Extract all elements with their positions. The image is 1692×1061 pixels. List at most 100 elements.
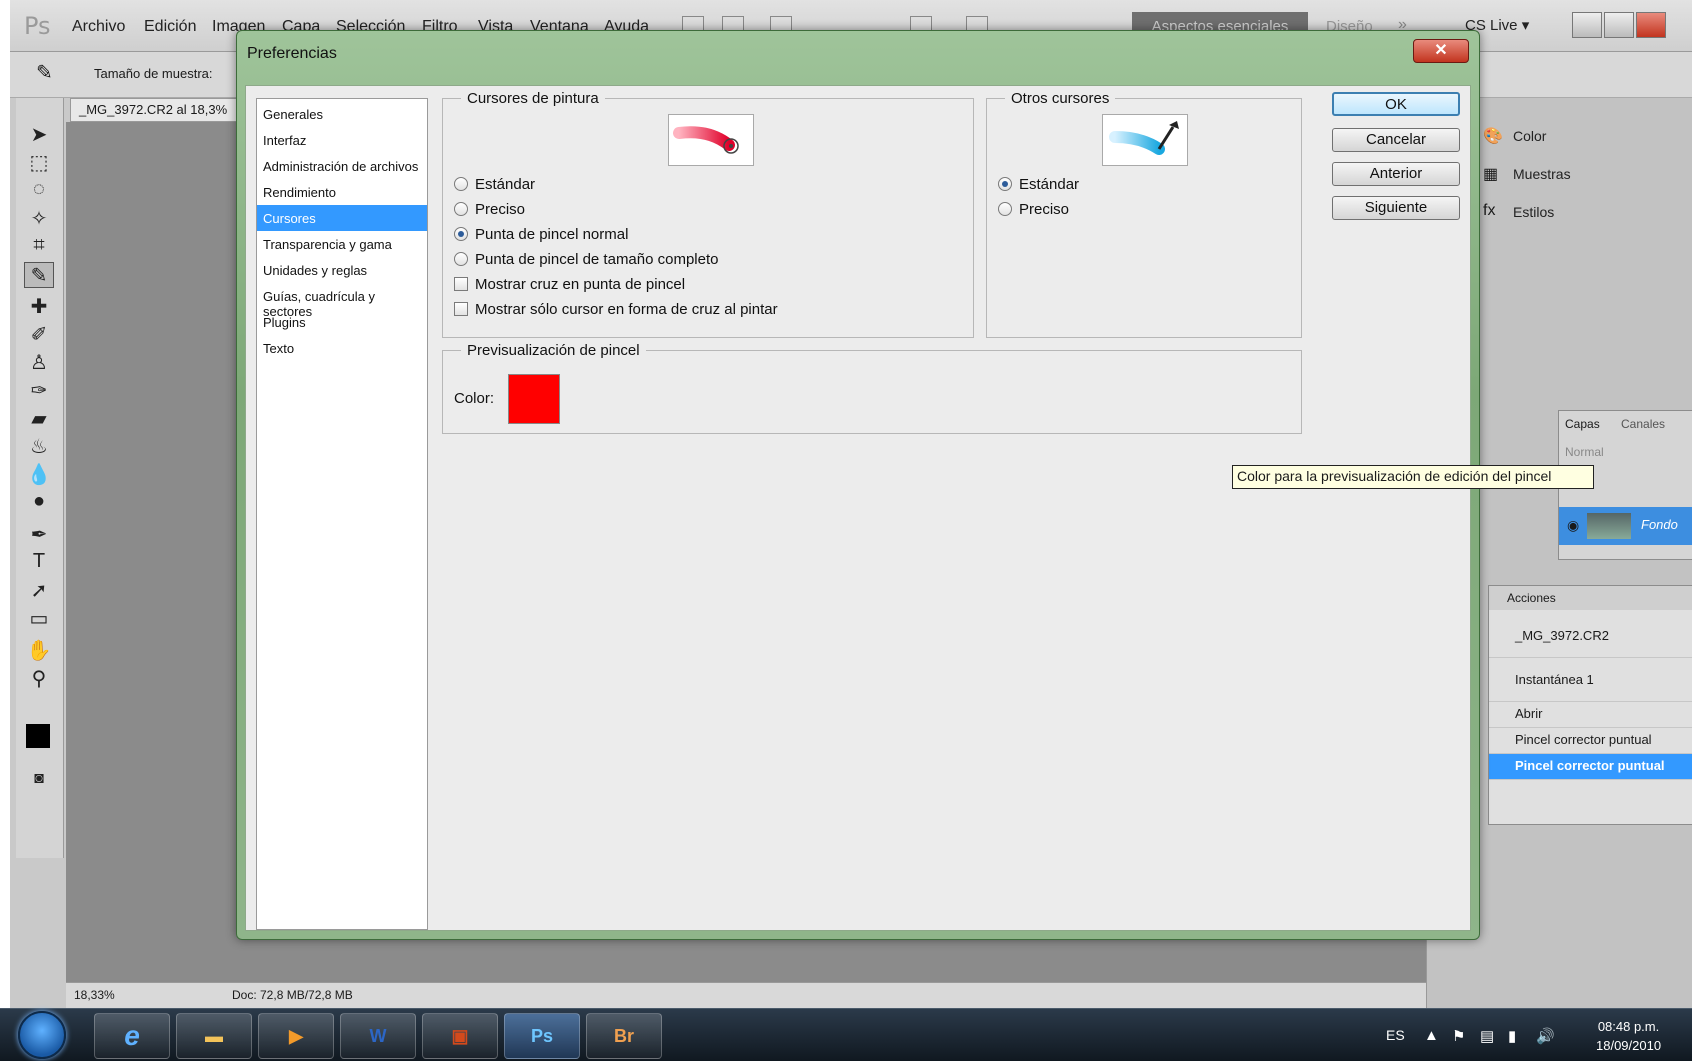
styles-panel-icon[interactable]: fx xyxy=(1483,202,1495,220)
dodge-tool-icon[interactable]: ● xyxy=(24,490,54,516)
close-window-button[interactable] xyxy=(1636,12,1666,38)
category-texto[interactable]: Texto xyxy=(257,335,427,361)
lasso-tool-icon[interactable]: ◌ xyxy=(24,178,54,204)
previous-button[interactable]: Anterior xyxy=(1332,162,1460,186)
category-plugins[interactable]: Plugins xyxy=(257,309,427,335)
eyedropper-tool-icon[interactable]: ✎ xyxy=(24,262,54,288)
ok-button[interactable]: OK xyxy=(1332,92,1460,116)
bridge-taskbar-button[interactable]: Br xyxy=(586,1013,662,1059)
minimize-button[interactable] xyxy=(1572,12,1602,38)
quick-mask-icon[interactable]: ◙ xyxy=(24,770,54,796)
blend-mode-select[interactable]: Normal xyxy=(1565,445,1604,459)
show-crosshair-checkbox[interactable]: Mostrar cruz en punta de pincel xyxy=(454,276,685,293)
history-state-row[interactable]: Abrir xyxy=(1489,702,1692,728)
dialog-body: Generales Interfaz Administración de arc… xyxy=(245,85,1471,931)
painting-standard-label: Estándar xyxy=(475,176,536,193)
category-rendimiento[interactable]: Rendimiento xyxy=(257,179,427,205)
move-tool-icon[interactable]: ➤ xyxy=(24,122,54,148)
layer-row[interactable]: ◉ Fondo xyxy=(1559,507,1692,545)
eraser-tool-icon[interactable]: ▰ xyxy=(24,406,54,432)
next-button[interactable]: Siguiente xyxy=(1332,196,1460,220)
other-standard-radio[interactable]: Estándar xyxy=(998,176,1079,193)
menu-edicion[interactable]: Edición xyxy=(144,18,196,36)
dialog-close-button[interactable]: ✕ xyxy=(1413,39,1469,63)
history-brush-tool-icon[interactable]: ✑ xyxy=(24,378,54,404)
marquee-tool-icon[interactable]: ⬚ xyxy=(24,150,54,176)
shape-tool-icon[interactable]: ▭ xyxy=(24,606,54,632)
history-snapshot-row[interactable]: _MG_3972.CR2 xyxy=(1489,614,1692,658)
category-generales[interactable]: Generales xyxy=(257,101,427,127)
category-administracion-de-archivos[interactable]: Administración de archivos xyxy=(257,153,427,179)
powerpoint-icon[interactable]: ▣ xyxy=(422,1013,498,1059)
quick-selection-tool-icon[interactable]: ✧ xyxy=(24,206,54,232)
checkbox-icon[interactable] xyxy=(454,302,468,316)
color-panel-icon[interactable]: 🎨 xyxy=(1483,126,1503,146)
media-player-icon[interactable]: ▶ xyxy=(258,1013,334,1059)
category-cursores[interactable]: Cursores xyxy=(257,205,427,231)
hand-tool-icon[interactable]: ✋ xyxy=(24,638,54,664)
category-guias-cuadricula-y-sectores[interactable]: Guías, cuadrícula y sectores xyxy=(257,283,427,319)
healing-brush-tool-icon[interactable]: ✚ xyxy=(24,294,54,320)
document-tab[interactable]: _MG_3972.CR2 al 18,3% xyxy=(70,98,250,122)
photoshop-taskbar-button[interactable]: Ps xyxy=(504,1013,580,1059)
zoom-level[interactable]: 18,33% xyxy=(74,988,115,1002)
radio-icon[interactable] xyxy=(454,252,468,266)
network-icon[interactable]: ▮ xyxy=(1508,1027,1516,1045)
history-state-row-selected[interactable]: Pincel corrector puntual xyxy=(1489,754,1692,780)
crosshair-only-checkbox[interactable]: Mostrar sólo cursor en forma de cruz al … xyxy=(454,301,778,318)
foreground-color-swatch[interactable] xyxy=(26,724,50,748)
category-unidades-y-reglas[interactable]: Unidades y reglas xyxy=(257,257,427,283)
start-button[interactable] xyxy=(18,1011,66,1059)
pen-tool-icon[interactable]: ✒ xyxy=(24,522,54,548)
action-center-flag-icon[interactable]: ⚑ xyxy=(1452,1027,1465,1045)
radio-selected-icon[interactable] xyxy=(998,177,1012,191)
category-interfaz[interactable]: Interfaz xyxy=(257,127,427,153)
clone-stamp-tool-icon[interactable]: ♙ xyxy=(24,350,54,376)
type-tool-icon[interactable]: T xyxy=(24,550,54,576)
color-panel-tab[interactable]: Color xyxy=(1513,128,1546,144)
menu-archivo[interactable]: Archivo xyxy=(72,18,125,36)
device-icon[interactable]: ▤ xyxy=(1480,1027,1494,1045)
swatches-panel-tab[interactable]: Muestras xyxy=(1513,166,1571,182)
brush-preview-color-swatch[interactable] xyxy=(508,374,560,424)
swatches-panel-icon[interactable]: ▦ xyxy=(1483,164,1498,184)
crosshair-only-label: Mostrar sólo cursor en forma de cruz al … xyxy=(475,301,778,318)
radio-icon[interactable] xyxy=(998,202,1012,216)
paint-bucket-tool-icon[interactable]: ♨ xyxy=(24,434,54,460)
channels-tab[interactable]: Canales xyxy=(1621,417,1665,431)
volume-icon[interactable]: 🔊 xyxy=(1536,1027,1555,1045)
styles-panel-tab[interactable]: Estilos xyxy=(1513,204,1554,220)
other-precise-label: Preciso xyxy=(1019,201,1070,218)
word-icon[interactable]: W xyxy=(340,1013,416,1059)
path-selection-tool-icon[interactable]: ➚ xyxy=(24,578,54,604)
radio-selected-icon[interactable] xyxy=(454,227,468,241)
layers-tab[interactable]: Capas xyxy=(1565,417,1600,431)
painting-normal-tip-label: Punta de pincel normal xyxy=(475,226,629,243)
system-clock[interactable]: 08:48 p.m. 18/09/2010 xyxy=(1596,1017,1661,1055)
visibility-eye-icon[interactable]: ◉ xyxy=(1567,517,1579,534)
category-transparencia-y-gama[interactable]: Transparencia y gama xyxy=(257,231,427,257)
file-explorer-icon[interactable]: ▬ xyxy=(176,1013,252,1059)
show-hidden-icons[interactable]: ▲ xyxy=(1424,1027,1439,1044)
history-snapshot-row[interactable]: Instantánea 1 xyxy=(1489,658,1692,702)
painting-precise-radio[interactable]: Preciso xyxy=(454,201,525,218)
maximize-button[interactable] xyxy=(1604,12,1634,38)
radio-icon[interactable] xyxy=(454,202,468,216)
checkbox-icon[interactable] xyxy=(454,277,468,291)
history-state-row[interactable]: Pincel corrector puntual xyxy=(1489,728,1692,754)
blur-tool-icon[interactable]: 💧 xyxy=(24,462,54,488)
painting-full-size-tip-radio[interactable]: Punta de pincel de tamaño completo xyxy=(454,251,719,268)
actions-tab[interactable]: Acciones xyxy=(1489,586,1692,610)
cancel-button[interactable]: Cancelar xyxy=(1332,128,1460,152)
radio-icon[interactable] xyxy=(454,177,468,191)
painting-standard-radio[interactable]: Estándar xyxy=(454,176,535,193)
internet-explorer-icon[interactable]: e xyxy=(94,1013,170,1059)
language-indicator[interactable]: ES xyxy=(1386,1027,1405,1043)
eyedropper-icon[interactable]: ✎ xyxy=(36,60,53,85)
zoom-tool-icon[interactable]: ⚲ xyxy=(24,666,54,692)
brush-tool-icon[interactable]: ✐ xyxy=(24,322,54,348)
other-precise-radio[interactable]: Preciso xyxy=(998,201,1069,218)
layer-name[interactable]: Fondo xyxy=(1641,517,1678,532)
crop-tool-icon[interactable]: ⌗ xyxy=(24,234,54,260)
painting-normal-tip-radio[interactable]: Punta de pincel normal xyxy=(454,226,628,243)
